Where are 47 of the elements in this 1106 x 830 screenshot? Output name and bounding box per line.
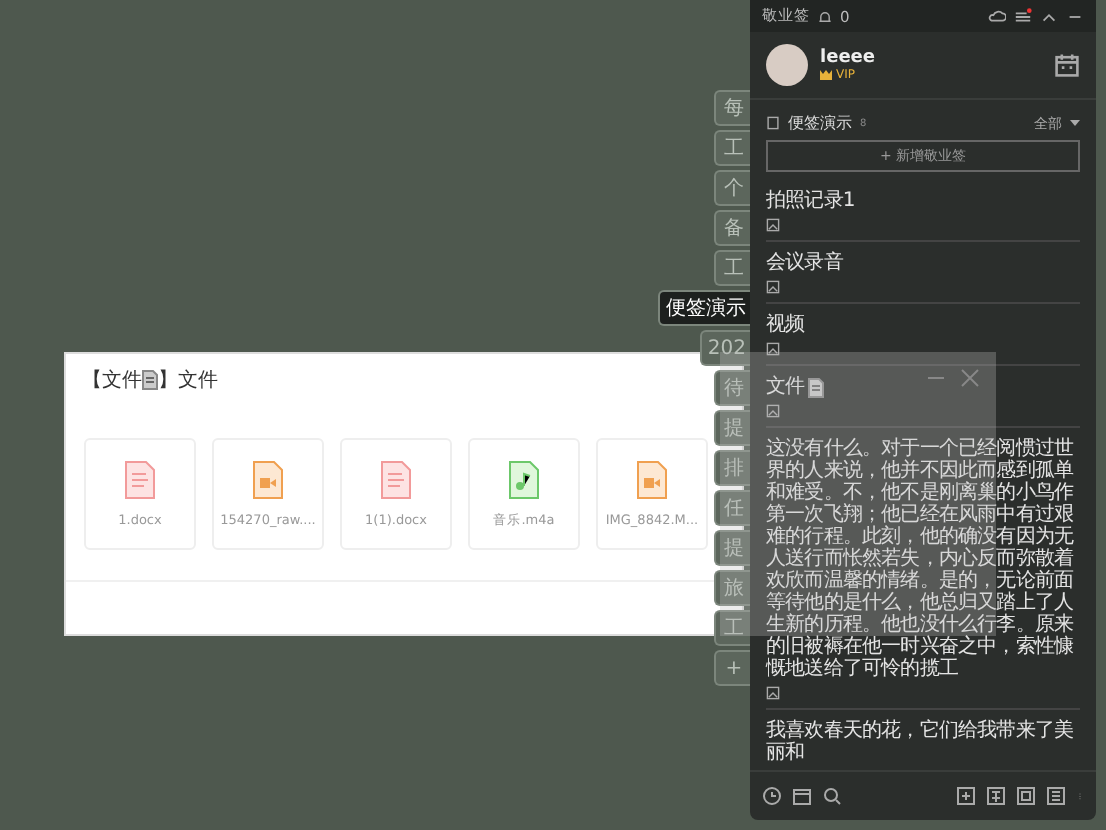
user-name: leeee [820, 48, 876, 68]
category-tab[interactable]: 任 [714, 490, 752, 526]
video-file-icon [636, 460, 668, 500]
note-text[interactable]: 文件 [766, 376, 1080, 398]
category-tab[interactable]: 排 [714, 450, 752, 486]
image-icon [766, 218, 780, 232]
audio-file-icon [508, 459, 540, 499]
document-icon [808, 377, 825, 397]
group-name: 便签演示 [788, 112, 852, 134]
bell-icon [818, 9, 832, 23]
category-tab[interactable]: 备 [714, 210, 752, 246]
category-tab[interactable]: 待 [714, 370, 752, 406]
avatar[interactable] [766, 44, 808, 86]
document-icon [380, 460, 412, 500]
category-tab[interactable]: 便签演示 [658, 290, 752, 326]
image-icon [766, 342, 780, 356]
category-tab[interactable]: 工 [714, 250, 752, 286]
note-text[interactable]: 会议录音 [766, 252, 1080, 274]
category-tab[interactable]: 旅 [714, 570, 752, 606]
add-icon[interactable] [956, 786, 976, 806]
video-file-icon [252, 460, 284, 500]
crown-icon [820, 70, 832, 80]
document-icon [142, 370, 158, 390]
cloud-icon[interactable] [988, 7, 1006, 25]
note-text[interactable]: 这没有什么。对于一个已经阅惯过世界的人来说，他并不因此而感到孤单和难受。不，他不是刚离巢的小鸟作第一次飞翔；他已经在风雨中有过艰难的行程。此刻，他的确没有因为无人送行而怅然若失，内心反而弥散着欢欣而温馨的情绪。是的，无论前面等待他的是什么，他总归又踏上了人生新的历程。他也没什么行李。原来的旧被褥在他一时兴奋之中，索性慷慨地送给了可怜的揽工 [766, 438, 1080, 680]
caret-icon[interactable] [1070, 119, 1080, 127]
category-tab[interactable]: 个 [714, 170, 752, 206]
category-tab[interactable]: + [714, 650, 752, 686]
dialog-title: 】文件 [158, 367, 218, 394]
category-tab[interactable]: 工 [714, 610, 752, 646]
menu-icon[interactable] [1014, 7, 1032, 25]
document-icon [124, 460, 156, 500]
note-icon [766, 116, 780, 130]
category-tab[interactable]: 工 [714, 130, 752, 166]
search-icon[interactable] [822, 786, 842, 806]
image-icon [766, 686, 780, 700]
category-tab[interactable]: 提 [714, 410, 752, 446]
category-tab[interactable]: 202 [699, 330, 752, 366]
category-tab[interactable]: 提 [714, 530, 752, 566]
note-text[interactable]: 视频 [766, 314, 1080, 336]
category-tab[interactable]: 每 [714, 90, 752, 126]
image-icon [766, 404, 780, 418]
note-text[interactable]: 我喜欢春天的花，它们给我带来了美丽和 [766, 720, 1080, 764]
note-text[interactable]: 拍照记录1 [766, 190, 1080, 212]
image-icon [766, 280, 780, 294]
clock-icon[interactable] [762, 786, 782, 806]
dialog-title: 【文件 [82, 367, 142, 394]
